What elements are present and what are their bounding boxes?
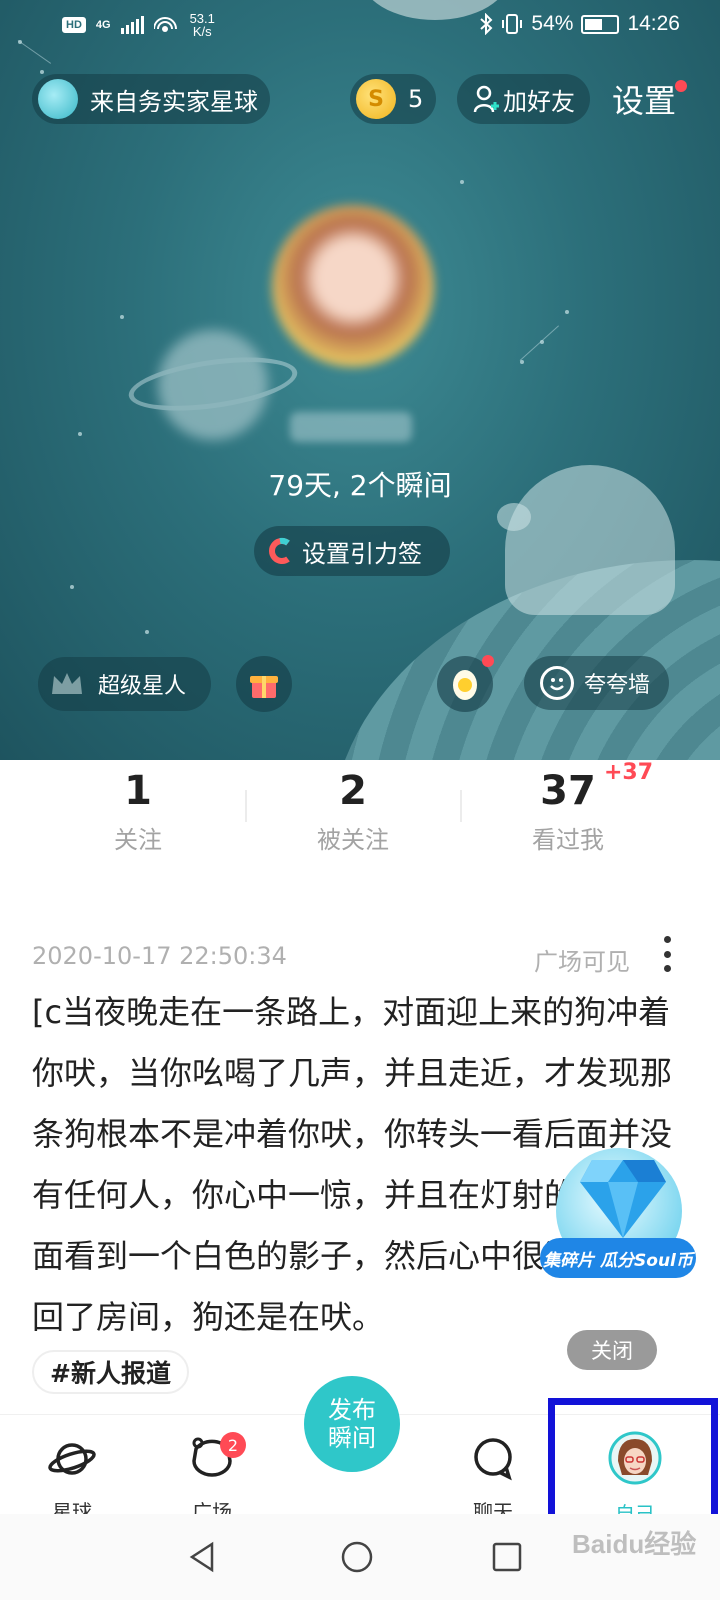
following-count: 1 xyxy=(124,768,152,814)
planet-icon xyxy=(38,79,78,119)
post-tag[interactable]: #新人报道 xyxy=(32,1350,189,1394)
coin-count: 5 xyxy=(408,85,424,113)
settings-button[interactable]: 设置 xyxy=(612,76,676,122)
publish-label-line2: 瞬间 xyxy=(328,1424,376,1452)
planet-icon xyxy=(48,1443,96,1475)
recent-apps-icon[interactable] xyxy=(490,1540,524,1574)
divider xyxy=(245,790,247,822)
profile-hero: HD 4G 53.1 K/s 54% 14:26 来自务实家星球 S 5 加好友… xyxy=(0,0,720,760)
hd-icon: HD xyxy=(62,17,86,33)
hotspot-icon xyxy=(153,17,177,32)
square-notification-badge: 2 xyxy=(220,1432,246,1458)
back-icon[interactable] xyxy=(186,1540,220,1574)
followers-label: 被关注 xyxy=(317,826,389,854)
super-star-label: 超级星人 xyxy=(98,674,187,699)
visitors-label: 看过我 xyxy=(532,826,604,854)
follow-counters: 1 关注 2 被关注 37 看过我 +37 xyxy=(0,760,720,870)
divider xyxy=(460,790,462,822)
profile-avatar[interactable] xyxy=(272,205,434,367)
promo-banner: 集碎片 瓜分Soul币 xyxy=(540,1238,696,1278)
constellation-line xyxy=(519,325,559,361)
crown-icon xyxy=(52,673,82,694)
followers-counter[interactable]: 2 被关注 xyxy=(253,768,453,855)
soul-coin-button[interactable]: S 5 xyxy=(350,74,436,124)
star-decoration xyxy=(460,180,464,184)
star-decoration xyxy=(120,315,124,319)
magnet-icon xyxy=(269,537,290,564)
publish-button[interactable]: 发布 瞬间 xyxy=(304,1376,400,1472)
vibrate-icon xyxy=(502,14,523,34)
planet-decoration xyxy=(158,330,268,440)
following-counter[interactable]: 1 关注 xyxy=(38,768,238,855)
settings-notification-dot xyxy=(675,80,687,92)
battery-icon xyxy=(581,14,620,34)
tab-planet[interactable]: 星球 xyxy=(22,1435,122,1525)
planet-origin-label: 来自务实家星球 xyxy=(90,87,258,116)
tab-chat[interactable]: 聊天 xyxy=(443,1435,543,1525)
diamond-icon xyxy=(580,1160,666,1238)
status-bar: HD 4G 53.1 K/s 54% 14:26 xyxy=(0,0,720,52)
smile-icon xyxy=(540,666,574,700)
planet-origin-button[interactable]: 来自务实家星球 xyxy=(32,74,270,124)
more-options-icon[interactable] xyxy=(662,936,672,972)
following-label: 关注 xyxy=(114,826,162,854)
network-type: 4G xyxy=(95,19,111,31)
post-meta: 2020-10-17 22:50:34 广场可见 xyxy=(32,942,688,976)
post-timestamp: 2020-10-17 22:50:34 xyxy=(32,942,287,970)
super-star-button[interactable]: 超级星人 xyxy=(38,657,211,711)
bluetooth-icon xyxy=(480,13,493,35)
net-speed: 53.1 K/s xyxy=(189,11,215,39)
star-decoration xyxy=(78,432,82,436)
star-decoration xyxy=(40,70,44,74)
publish-label-line1: 发布 xyxy=(328,1396,376,1424)
praise-wall-button[interactable]: 夸夸墙 xyxy=(524,656,669,710)
star-decoration xyxy=(145,630,149,634)
new-visitors-badge: +37 xyxy=(604,760,654,785)
home-icon[interactable] xyxy=(340,1540,374,1574)
signal-icon xyxy=(120,16,144,34)
gravity-tag-label: 设置引力签 xyxy=(302,539,422,568)
followers-count: 2 xyxy=(339,768,367,814)
egg-notification-dot xyxy=(482,655,494,667)
baidu-watermark: Baidu经验 xyxy=(572,1529,697,1559)
profile-stats: 79天, 2个瞬间 xyxy=(268,469,452,502)
username-blurred xyxy=(290,412,412,442)
tab-square[interactable]: 广场 xyxy=(162,1435,262,1525)
gift-icon xyxy=(250,676,278,698)
promo-floating-widget[interactable]: 集碎片 瓜分Soul币 xyxy=(540,1148,696,1298)
star-decoration xyxy=(70,585,74,589)
battery-percent: 54% xyxy=(531,12,574,35)
post-visibility: 广场可见 xyxy=(534,948,630,976)
add-person-icon xyxy=(473,85,499,113)
chat-icon xyxy=(474,1438,512,1481)
star-decoration xyxy=(565,310,569,314)
egg-icon xyxy=(453,670,477,700)
add-friend-button[interactable]: 加好友 xyxy=(457,74,590,124)
coin-icon: S xyxy=(356,79,396,119)
close-promo-button[interactable]: 关闭 xyxy=(567,1330,657,1370)
gravity-tag-button[interactable]: 设置引力签 xyxy=(254,526,450,576)
praise-wall-label: 夸夸墙 xyxy=(584,673,651,698)
add-friend-label: 加好友 xyxy=(503,87,575,116)
clock: 14:26 xyxy=(627,12,680,35)
gift-button[interactable] xyxy=(236,656,292,712)
